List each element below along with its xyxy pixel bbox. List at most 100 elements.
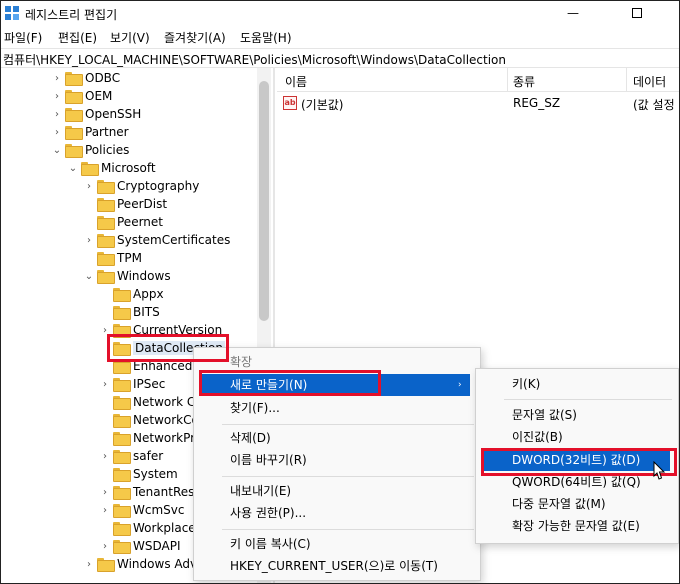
tree-node-network-c[interactable]: Network C [99,393,195,411]
tree-node-enhanceds[interactable]: EnhancedS [99,357,200,375]
folder-icon [113,378,131,392]
tree-node-safer[interactable]: › safer [99,447,163,465]
tree-node-appx[interactable]: Appx [99,285,164,303]
chevron-right-icon[interactable]: › [99,487,111,498]
chevron-right-icon[interactable]: › [99,379,111,390]
folder-icon [97,234,115,248]
tree-node-tenantrest[interactable]: › TenantRest [99,483,199,501]
chevron-right-icon[interactable]: › [99,451,111,462]
tree-node-policies[interactable]: ⌄ Policies [51,141,129,159]
chevron-right-icon[interactable]: › [83,559,95,570]
tree-node-windows[interactable]: ⌄ Windows [83,267,171,285]
ctx-export[interactable]: 내보내기(E) [194,480,480,502]
menu-help[interactable]: 도움말(H) [240,29,292,46]
maximize-button[interactable] [629,5,645,21]
tree-node-label: BITS [133,305,160,319]
submenu-qword-value[interactable]: QWORD(64비트) 값(Q) [476,471,678,493]
ctx-expand: 확장 [230,355,253,369]
regedit-window: 레지스트리 편집기 — 파일(F) 편집(E) 보기(V) 즐겨찾기(A) 도움… [0,0,680,584]
menu-bar: 파일(F) 편집(E) 보기(V) 즐겨찾기(A) 도움말(H) [1,27,679,47]
ctx-find[interactable]: 찾기(F)... [194,397,480,419]
tree-node-systemcertificates[interactable]: › SystemCertificates [83,231,230,249]
tree-node-partner[interactable]: › Partner [51,123,129,141]
tree-node-oem[interactable]: › OEM [51,87,112,105]
tree-node-label: NetworkCo [133,413,199,427]
minimize-button[interactable]: — [565,5,581,21]
ctx-copy-key-name[interactable]: 키 이름 복사(C) [194,533,480,555]
chevron-right-icon[interactable]: › [51,91,63,102]
folder-icon [97,252,115,266]
value-type: REG_SZ [513,96,561,110]
tree-node-cryptography[interactable]: › Cryptography [83,177,199,195]
ctx-permissions[interactable]: 사용 권한(P)... [194,502,480,524]
tree-node-wsdapi[interactable]: › WSDAPI [99,537,181,555]
tree-node-peerdist[interactable]: PeerDist [83,195,167,213]
tree-node-openssh[interactable]: › OpenSSH [51,105,141,123]
value-name: (기본값) [301,98,344,112]
tree-node-label: IPSec [133,377,166,391]
chevron-right-icon[interactable]: › [51,73,63,84]
column-name-header[interactable]: 이름 [285,73,307,90]
folder-icon [113,432,131,446]
tree-node-currentversion[interactable]: › CurrentVersion [99,321,222,339]
chevron-right-icon[interactable]: › [51,127,63,138]
folder-icon [97,270,115,284]
tree-node-label: CurrentVersion [133,323,223,337]
tree-node-networkco[interactable]: NetworkCo [99,411,199,429]
chevron-right-icon[interactable]: › [51,109,63,120]
column-data-header[interactable]: 데이터 [633,73,666,90]
tree-node-label: Partner [85,125,129,139]
chevron-down-icon[interactable]: ⌄ [67,163,79,174]
chevron-right-icon[interactable]: › [99,505,111,516]
ctx-rename[interactable]: 이름 바꾸기(R) [194,449,480,471]
column-divider[interactable] [626,68,627,92]
submenu-multi-string-value[interactable]: 다중 문자열 값(M) [476,493,678,515]
chevron-down-icon[interactable]: ⌄ [83,271,95,282]
menu-divider [504,399,672,400]
address-bar[interactable]: 컴퓨터\HKEY_LOCAL_MACHINE\SOFTWARE\Policies… [1,48,679,68]
tree-node-system[interactable]: System [99,465,178,483]
column-divider[interactable] [507,68,508,92]
ctx-goto-hkcu[interactable]: HKEY_CURRENT_USER(으)로 이동(T) [194,555,480,577]
submenu-expandable-string-value[interactable]: 확장 가능한 문자열 값(E) [476,515,678,537]
folder-icon [65,90,83,104]
folder-icon [113,324,131,338]
folder-icon [113,288,131,302]
tree-node-networkpr[interactable]: NetworkPr [99,429,195,447]
tree-node-microsoft[interactable]: ⌄ Microsoft [67,159,156,177]
menu-favorites[interactable]: 즐겨찾기(A) [164,29,226,46]
tree-node-label: ODBC [85,71,121,85]
menu-view[interactable]: 보기(V) [110,29,150,46]
folder-icon [113,396,131,410]
tree-node-windows-adv[interactable]: › Windows Adv [83,555,197,573]
tree-node-wcmsvc[interactable]: › WcmSvc [99,501,184,519]
chevron-right-icon[interactable]: › [99,325,111,336]
submenu-binary-value[interactable]: 이진값(B) [476,426,678,448]
menu-edit[interactable]: 편집(E) [58,29,97,46]
submenu-string-value[interactable]: 문자열 값(S) [476,404,678,426]
tree-scroll-thumb[interactable] [259,81,269,321]
tree-node-peernet[interactable]: Peernet [83,213,163,231]
chevron-right-icon[interactable]: › [99,541,111,552]
folder-icon [97,180,115,194]
maximize-icon [632,8,642,18]
folder-icon [113,468,131,482]
chevron-right-icon[interactable]: › [83,181,95,192]
column-type-header[interactable]: 종류 [513,73,535,90]
tree-node-tpm[interactable]: TPM [83,249,142,267]
value-row[interactable]: ab (기본값) REG_SZ (값 설정 [277,95,679,113]
tree-node-bits[interactable]: BITS [99,303,160,321]
submenu-dword-value[interactable]: DWORD(32비트) 값(D) [484,449,670,471]
submenu-key[interactable]: 키(K) [476,373,678,395]
tree-node-workplace[interactable]: Workplace [99,519,196,537]
tree-node-label: WSDAPI [133,539,181,553]
chevron-down-icon[interactable]: ⌄ [51,145,63,156]
folder-icon [113,504,131,518]
chevron-right-icon[interactable]: › [83,235,95,246]
menu-file[interactable]: 파일(F) [4,29,42,46]
folder-icon [113,342,131,356]
ctx-new[interactable]: 새로 만들기(N) › [202,374,470,396]
ctx-delete[interactable]: 삭제(D) [194,427,480,449]
tree-node-ipsec[interactable]: › IPSec [99,375,165,393]
tree-node-odbc[interactable]: › ODBC [51,69,120,87]
